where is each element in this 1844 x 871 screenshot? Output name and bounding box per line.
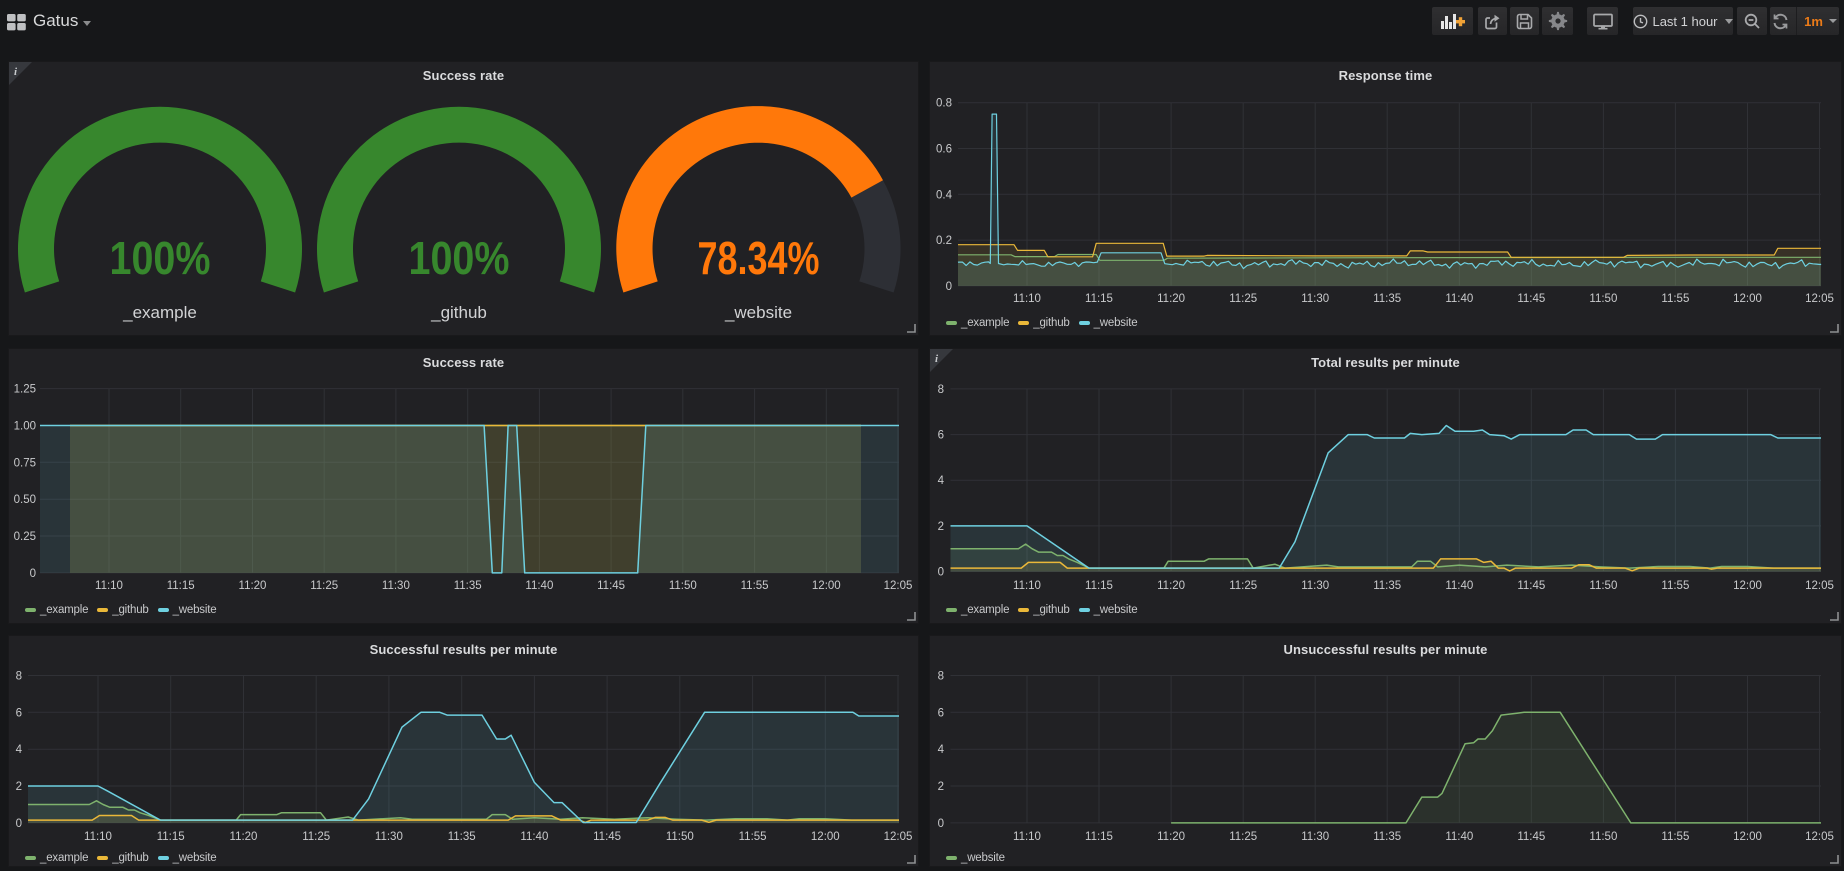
svg-text:4: 4 [16, 744, 23, 756]
svg-text:4: 4 [938, 744, 945, 756]
svg-text:100%: 100% [110, 232, 211, 284]
svg-text:11:55: 11:55 [1661, 831, 1689, 843]
svg-text:11:25: 11:25 [1229, 580, 1257, 592]
svg-text:0: 0 [946, 281, 952, 293]
svg-text:11:15: 11:15 [1085, 293, 1113, 305]
svg-text:_github: _github [430, 303, 487, 322]
svg-text:0.2: 0.2 [936, 235, 952, 247]
svg-text:0: 0 [30, 568, 36, 580]
svg-text:100%: 100% [409, 232, 510, 284]
svg-text:11:35: 11:35 [454, 580, 482, 592]
svg-text:11:10: 11:10 [84, 831, 112, 843]
svg-text:0.4: 0.4 [936, 189, 953, 201]
svg-text:12:05: 12:05 [884, 580, 913, 592]
svg-text:12:00: 12:00 [812, 580, 841, 592]
svg-text:11:10: 11:10 [1013, 293, 1041, 305]
svg-text:11:45: 11:45 [593, 831, 621, 843]
svg-text:12:00: 12:00 [811, 831, 840, 843]
svg-text:11:30: 11:30 [1301, 831, 1329, 843]
svg-text:11:40: 11:40 [1445, 580, 1473, 592]
svg-text:11:10: 11:10 [95, 580, 123, 592]
svg-text:_example: _example [122, 303, 197, 322]
svg-text:12:05: 12:05 [1805, 831, 1834, 843]
svg-text:12:00: 12:00 [1733, 580, 1762, 592]
svg-text:2: 2 [938, 781, 944, 793]
svg-text:11:15: 11:15 [1085, 831, 1113, 843]
svg-text:78.34%: 78.34% [698, 232, 820, 284]
svg-text:11:30: 11:30 [382, 580, 410, 592]
svg-text:11:40: 11:40 [520, 831, 548, 843]
svg-text:11:25: 11:25 [310, 580, 338, 592]
svg-text:11:30: 11:30 [375, 831, 403, 843]
svg-text:8: 8 [938, 671, 944, 683]
svg-text:11:15: 11:15 [167, 580, 195, 592]
svg-text:8: 8 [938, 384, 944, 396]
svg-text:12:00: 12:00 [1733, 293, 1762, 305]
svg-text:11:20: 11:20 [1157, 580, 1185, 592]
svg-text:11:50: 11:50 [1589, 580, 1617, 592]
svg-text:11:45: 11:45 [1517, 831, 1545, 843]
svg-text:11:40: 11:40 [1445, 293, 1473, 305]
svg-text:0.8: 0.8 [936, 98, 952, 110]
svg-text:11:55: 11:55 [1661, 293, 1689, 305]
svg-text:11:15: 11:15 [1085, 580, 1113, 592]
svg-text:11:40: 11:40 [1445, 831, 1473, 843]
svg-text:1.25: 1.25 [14, 384, 36, 396]
svg-text:_website: _website [724, 303, 792, 322]
svg-text:11:45: 11:45 [1517, 293, 1545, 305]
svg-text:11:35: 11:35 [448, 831, 476, 843]
svg-text:11:20: 11:20 [230, 831, 258, 843]
svg-text:11:55: 11:55 [1661, 580, 1689, 592]
svg-text:12:05: 12:05 [1805, 293, 1834, 305]
svg-text:8: 8 [16, 671, 22, 683]
svg-text:0.6: 0.6 [936, 144, 952, 156]
svg-text:11:45: 11:45 [597, 580, 625, 592]
svg-text:11:10: 11:10 [1013, 831, 1041, 843]
svg-text:2: 2 [16, 781, 22, 793]
svg-text:0: 0 [938, 567, 944, 579]
svg-text:11:35: 11:35 [1373, 831, 1401, 843]
svg-text:0: 0 [938, 818, 944, 830]
svg-text:11:50: 11:50 [669, 580, 697, 592]
svg-text:6: 6 [938, 430, 944, 442]
svg-text:6: 6 [938, 707, 944, 719]
svg-text:11:35: 11:35 [1373, 293, 1401, 305]
svg-text:11:15: 11:15 [157, 831, 185, 843]
svg-text:11:30: 11:30 [1301, 293, 1329, 305]
svg-text:0.25: 0.25 [14, 531, 36, 543]
svg-text:11:50: 11:50 [1589, 293, 1617, 305]
svg-text:12:05: 12:05 [884, 831, 913, 843]
svg-text:4: 4 [938, 475, 945, 487]
svg-text:12:05: 12:05 [1805, 580, 1834, 592]
svg-text:11:55: 11:55 [739, 831, 767, 843]
svg-text:11:55: 11:55 [741, 580, 769, 592]
svg-text:2: 2 [938, 521, 944, 533]
svg-text:0: 0 [16, 818, 22, 830]
svg-text:0.75: 0.75 [14, 457, 36, 469]
svg-text:11:25: 11:25 [1229, 293, 1257, 305]
svg-text:11:20: 11:20 [1157, 293, 1185, 305]
svg-text:11:35: 11:35 [1373, 580, 1401, 592]
svg-text:11:20: 11:20 [1157, 831, 1185, 843]
svg-text:11:50: 11:50 [1589, 831, 1617, 843]
svg-text:11:20: 11:20 [239, 580, 267, 592]
svg-text:11:10: 11:10 [1013, 580, 1041, 592]
svg-text:11:50: 11:50 [666, 831, 694, 843]
svg-text:12:00: 12:00 [1733, 831, 1762, 843]
svg-text:11:25: 11:25 [302, 831, 330, 843]
svg-text:1.00: 1.00 [14, 421, 36, 433]
svg-text:11:45: 11:45 [1517, 580, 1545, 592]
svg-text:0.50: 0.50 [14, 494, 36, 506]
svg-text:11:25: 11:25 [1229, 831, 1257, 843]
svg-text:11:40: 11:40 [525, 580, 553, 592]
svg-text:6: 6 [16, 707, 22, 719]
svg-text:11:30: 11:30 [1301, 580, 1329, 592]
